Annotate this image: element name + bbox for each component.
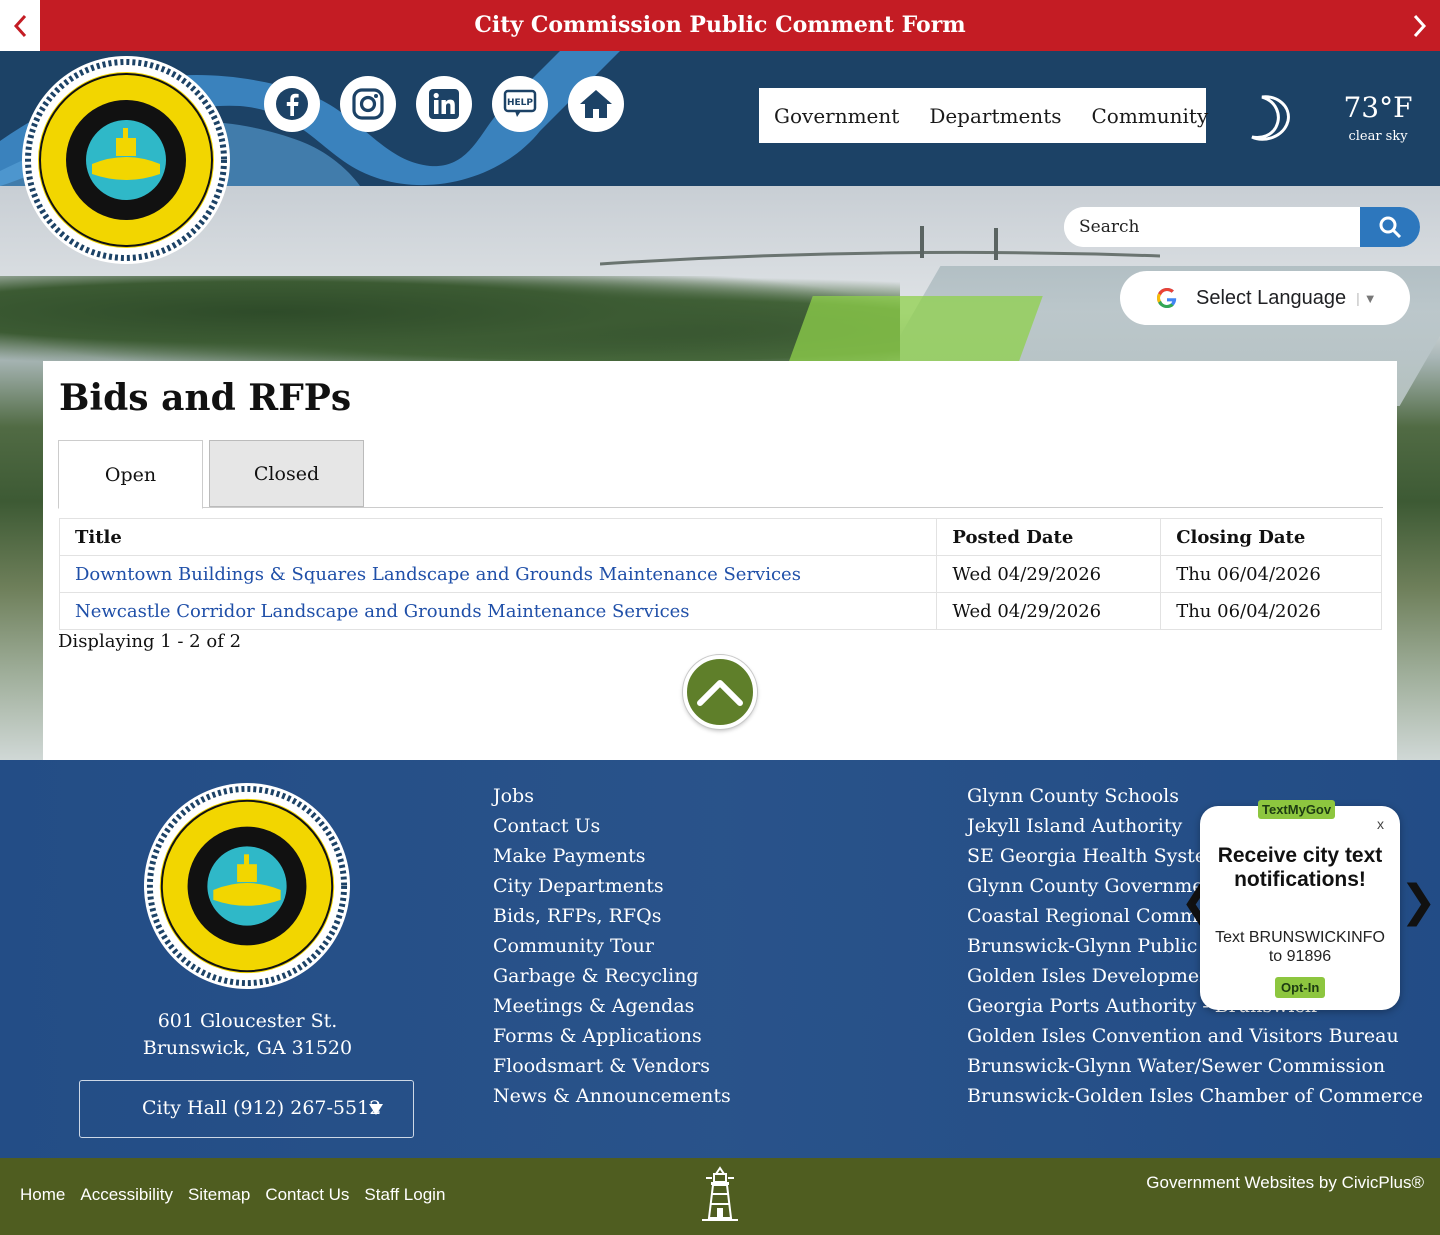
footer-link[interactable]: Bids, RFPs, RFQs — [493, 903, 731, 933]
display-count: Displaying 1 - 2 of 2 — [58, 631, 242, 652]
close-icon[interactable]: x — [1377, 816, 1384, 832]
caret-down-icon — [369, 1104, 383, 1115]
hero-field — [787, 296, 1043, 366]
column-title: Title — [58, 518, 938, 556]
help-icon: HELP — [503, 89, 537, 117]
svg-text:HELP: HELP — [507, 98, 533, 108]
search-box — [1064, 207, 1420, 247]
search-button[interactable] — [1360, 207, 1420, 247]
footer-link[interactable]: Jobs — [493, 783, 731, 813]
chevron-right-icon — [1413, 14, 1427, 37]
hero-trees — [0, 276, 900, 366]
language-select[interactable]: Select Language | ▼ — [1120, 271, 1410, 325]
google-icon — [1157, 288, 1177, 308]
footer-link[interactable]: Golden Isles Convention and Visitors Bur… — [967, 1023, 1423, 1053]
closing-date-cell: Thu 06/04/2026 — [1160, 555, 1382, 593]
footer-link[interactable]: Floodsmart & Vendors — [493, 1053, 731, 1083]
column-closing-date: Closing Date — [1160, 518, 1382, 556]
language-label: Select Language — [1196, 286, 1347, 309]
table-row: Newcastle Corridor Landscape and Grounds… — [58, 592, 1382, 630]
tab-open[interactable]: Open — [58, 440, 203, 509]
footer-link[interactable]: Garbage & Recycling — [493, 963, 731, 993]
main-content: Bids and RFPs Open Closed Title Posted D… — [43, 361, 1397, 760]
bottom-link-home[interactable]: Home — [20, 1185, 65, 1205]
footer-link[interactable]: Forms & Applications — [493, 1023, 731, 1053]
footer-city-seal-logo — [143, 782, 351, 990]
textmygov-next-button[interactable]: ❯ — [1400, 876, 1437, 927]
chevron-up-icon — [697, 680, 743, 706]
column-posted-date: Posted Date — [936, 518, 1162, 556]
caret-down-icon: ▼ — [1363, 290, 1377, 306]
footer-quick-links: Jobs Contact Us Make Payments City Depar… — [493, 783, 731, 1113]
bottom-links: Home Accessibility Sitemap Contact Us St… — [20, 1185, 460, 1205]
city-seal-logo[interactable] — [20, 54, 232, 266]
footer-link[interactable]: Contact Us — [493, 813, 731, 843]
footer-link[interactable]: Community Tour — [493, 933, 731, 963]
footer-link[interactable]: News & Announcements — [493, 1083, 731, 1113]
alert-next-button[interactable] — [1400, 0, 1440, 51]
phone-select-value: City Hall (912) 267-5512 — [142, 1097, 382, 1119]
closing-date-cell: Thu 06/04/2026 — [1160, 592, 1382, 630]
nav-departments[interactable]: Departments — [914, 104, 1076, 128]
textmygov-headline: Receive city text notifications! — [1217, 844, 1383, 891]
search-input[interactable] — [1064, 207, 1360, 247]
instagram-link[interactable] — [340, 76, 396, 132]
bottom-link-staff-login[interactable]: Staff Login — [364, 1185, 445, 1205]
phone-directory-select[interactable]: City Hall (912) 267-5512 — [79, 1080, 414, 1138]
city-address: 601 Gloucester St. Brunswick, GA 31520 — [90, 1008, 405, 1062]
bottom-link-sitemap[interactable]: Sitemap — [188, 1185, 250, 1205]
tab-closed[interactable]: Closed — [209, 440, 364, 507]
bid-title-cell: Newcastle Corridor Landscape and Grounds… — [58, 592, 938, 630]
alert-bar: City Commission Public Comment Form — [0, 0, 1440, 51]
bid-title-cell: Downtown Buildings & Squares Landscape a… — [58, 555, 938, 593]
bottom-bar: Home Accessibility Sitemap Contact Us St… — [0, 1158, 1440, 1235]
page-title: Bids and RFPs — [59, 377, 352, 419]
facebook-link[interactable] — [264, 76, 320, 132]
bids-table: Title Posted Date Closing Date Downtown … — [58, 518, 1382, 630]
table-header-row: Title Posted Date Closing Date — [58, 518, 1382, 556]
address-line1: 601 Gloucester St. — [157, 1010, 338, 1032]
chevron-left-icon — [13, 14, 27, 37]
textmygov-body: Text BRUNSWICKINFO to 91896 — [1215, 929, 1385, 965]
table-row: Downtown Buildings & Squares Landscape a… — [58, 555, 1382, 593]
home-icon — [580, 90, 612, 118]
back-to-top-button[interactable] — [683, 655, 757, 729]
address-line2: Brunswick, GA 31520 — [142, 1037, 353, 1059]
alert-prev-button[interactable] — [0, 0, 40, 51]
main-nav: Government Departments Community — [759, 88, 1208, 143]
nav-community[interactable]: Community — [1077, 104, 1224, 128]
linkedin-icon — [429, 89, 459, 119]
posted-date-cell: Wed 04/29/2026 — [936, 555, 1162, 593]
posted-date-cell: Wed 04/29/2026 — [936, 592, 1162, 630]
bottom-link-accessibility[interactable]: Accessibility — [80, 1185, 173, 1205]
alert-title[interactable]: City Commission Public Comment Form — [40, 0, 1400, 51]
footer-link[interactable]: Make Payments — [493, 843, 731, 873]
nav-government[interactable]: Government — [759, 104, 914, 128]
civicplus-credit[interactable]: Government Websites by CivicPlus® — [1146, 1173, 1424, 1193]
bottom-link-contact[interactable]: Contact Us — [265, 1185, 349, 1205]
help-link[interactable]: HELP — [492, 76, 548, 132]
bid-title-link[interactable]: Downtown Buildings & Squares Landscape a… — [75, 564, 801, 585]
search-icon — [1379, 216, 1402, 239]
footer-link[interactable]: Brunswick-Golden Isles Chamber of Commer… — [967, 1083, 1423, 1113]
textmygov-badge: TextMyGov — [1258, 800, 1336, 819]
weather-temperature: 73°F — [1343, 91, 1413, 124]
moon-icon — [1251, 95, 1290, 141]
bid-tabs: Open Closed — [58, 440, 1383, 509]
opt-in-button[interactable]: Opt-In — [1275, 977, 1326, 998]
footer-link[interactable]: Brunswick-Glynn Water/Sewer Commission — [967, 1053, 1423, 1083]
footer-link[interactable]: City Departments — [493, 873, 731, 903]
bid-title-link[interactable]: Newcastle Corridor Landscape and Grounds… — [75, 601, 690, 622]
footer-link[interactable]: Meetings & Agendas — [493, 993, 731, 1023]
textmygov-popup: TextMyGov x Receive city text notificati… — [1200, 800, 1400, 1010]
lighthouse-icon — [702, 1166, 738, 1221]
linkedin-link[interactable] — [416, 76, 472, 132]
facebook-icon — [276, 88, 308, 120]
weather-condition: clear sky — [1348, 129, 1408, 144]
language-separator: | — [1356, 290, 1360, 306]
instagram-icon — [352, 88, 384, 120]
home-link[interactable] — [568, 76, 624, 132]
